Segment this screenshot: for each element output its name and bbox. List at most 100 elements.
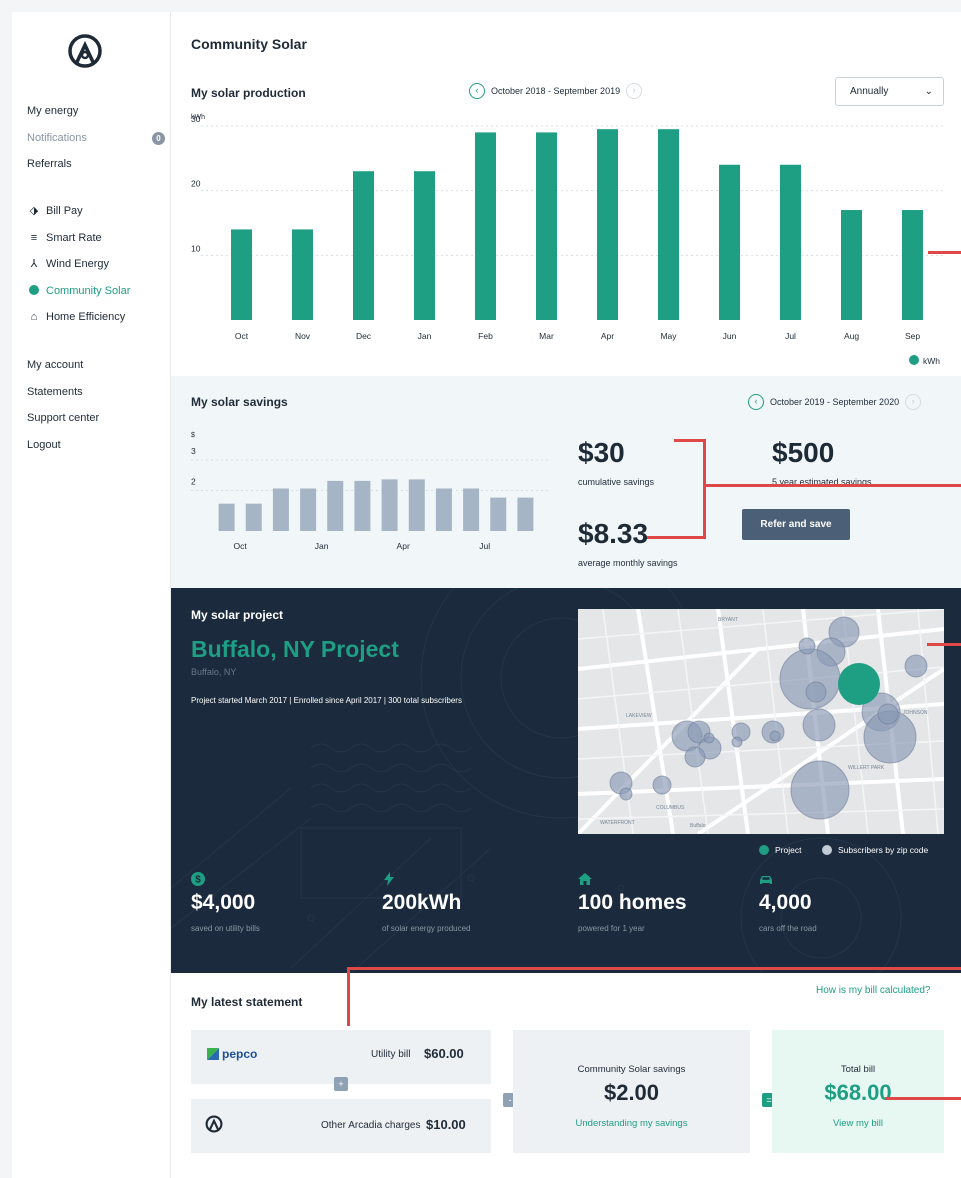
nav-smart-rate-label: Smart Rate xyxy=(46,231,102,244)
subscriber-dot-icon xyxy=(822,845,832,855)
x-tick-label: Dec xyxy=(356,331,372,341)
production-bar xyxy=(536,132,557,320)
legend-label: kWh xyxy=(923,356,940,366)
refer-and-save-button[interactable]: Refer and save xyxy=(742,509,850,540)
nav-community-solar-label: Community Solar xyxy=(46,284,131,297)
production-bar xyxy=(597,129,618,320)
savings-period: ‹ October 2019 - September 2020 › xyxy=(748,394,922,410)
y-tick-label: 30 xyxy=(191,114,201,124)
map-label-willert-park: WILLERT PARK xyxy=(848,765,885,771)
savings-title: My solar savings xyxy=(191,395,288,409)
nav-smart-rate[interactable]: ≡ Smart Rate xyxy=(27,225,130,252)
production-bar xyxy=(414,171,435,320)
period-select-value: Annually xyxy=(850,86,889,97)
nav-products: ⬗ Bill Pay ≡ Smart Rate ⅄ Wind Energy Commu… xyxy=(27,198,130,331)
average-savings-value: $8.33 xyxy=(578,518,649,549)
nav-referrals[interactable]: Referrals xyxy=(27,151,87,178)
home-icon: ⌂ xyxy=(30,311,38,323)
subscriber-map[interactable]: BRYANT LAKEVIEW JOHNSON WILLERT PARK WAT… xyxy=(578,609,944,834)
nav-my-energy[interactable]: My energy xyxy=(27,98,87,125)
y-tick-label: 20 xyxy=(191,179,201,189)
stat-homes-value: 100 homes xyxy=(578,891,687,914)
view-bill-link[interactable]: View my bill xyxy=(772,1118,944,1129)
solar-savings-card: Community Solar savings $2.00 Understand… xyxy=(513,1030,750,1153)
app-window: My energy Notifications 0 Referrals ⬗ Bill… xyxy=(12,12,961,1178)
x-tick-label: Jan xyxy=(315,541,329,551)
production-bar xyxy=(902,210,923,320)
savings-bar xyxy=(354,480,371,531)
stat-savings-label: saved on utility bills xyxy=(191,924,260,933)
bill-pay-icon: ⬗ xyxy=(29,205,39,217)
production-bar xyxy=(353,171,374,320)
annotation-line xyxy=(674,439,706,442)
savings-bar xyxy=(327,480,344,531)
production-chart: kWh 10 20 30 Oct Nov Dec Jan Feb Mar Apr May Jun Jul A… xyxy=(191,114,943,366)
stat-energy-value: 200kWh xyxy=(382,891,462,914)
x-tick-label: Apr xyxy=(601,331,614,341)
savings-bar xyxy=(463,488,480,531)
nav-statements[interactable]: Statements xyxy=(27,379,99,406)
nav-support-center[interactable]: Support center xyxy=(27,405,99,432)
cumulative-savings-value: $30 xyxy=(578,437,625,468)
x-tick-label: Feb xyxy=(478,331,493,341)
production-period: ‹ October 2018 - September 2019 › xyxy=(469,83,643,99)
nav-wind-energy[interactable]: ⅄ Wind Energy xyxy=(27,251,130,278)
x-tick-label: Apr xyxy=(397,541,410,551)
solar-dot-icon xyxy=(27,278,41,305)
total-bill-value: $68.00 xyxy=(824,1080,892,1105)
understanding-savings-link[interactable]: Understanding my savings xyxy=(513,1118,750,1129)
x-tick-label: Jul xyxy=(785,331,796,341)
savings-bar xyxy=(490,497,507,531)
x-tick-label: Jan xyxy=(418,331,432,341)
savings-bar xyxy=(272,488,289,531)
production-bar xyxy=(292,229,313,320)
project-name: Buffalo, NY Project xyxy=(191,636,399,662)
total-bill-card: Total bill $68.00 View my bill xyxy=(772,1030,944,1153)
savings-bar xyxy=(435,488,452,531)
production-title: My solar production xyxy=(191,86,306,100)
nav-bill-pay[interactable]: ⬗ Bill Pay xyxy=(27,198,130,225)
project-panel: My solar project Buffalo, NY Project Buf… xyxy=(171,588,961,973)
prev-period-icon[interactable]: ‹ xyxy=(748,394,764,410)
x-tick-label: Nov xyxy=(295,331,311,341)
savings-chart: $2 3 Oct Jan Apr Jul xyxy=(191,432,551,551)
arcadia-logo-icon[interactable] xyxy=(68,34,102,68)
map-legend-subscribers: Subscribers by zip code xyxy=(822,845,928,855)
nav-logout[interactable]: Logout xyxy=(27,432,99,459)
period-select[interactable]: Annually ⌄ xyxy=(835,77,944,106)
nav-home-efficiency[interactable]: ⌂ Home Efficiency xyxy=(27,304,130,331)
stat-homes-label: powered for 1 year xyxy=(578,924,645,933)
savings-bar xyxy=(381,479,398,531)
legend-swatch xyxy=(909,355,919,365)
house-icon xyxy=(578,873,592,885)
production-bar xyxy=(475,132,496,320)
map-label-columbus: COLUMBUS xyxy=(656,805,685,811)
nav-my-account[interactable]: My account xyxy=(27,352,99,379)
page-title: Community Solar xyxy=(191,36,307,52)
annotation-line xyxy=(647,536,706,539)
chevron-down-icon: ⌄ xyxy=(924,86,933,97)
next-period-icon[interactable]: › xyxy=(905,394,922,410)
prev-period-icon[interactable]: ‹ xyxy=(469,83,485,99)
nav-notifications[interactable]: Notifications 0 xyxy=(27,125,165,152)
annotation-line xyxy=(927,643,961,646)
bolt-icon xyxy=(384,872,394,886)
stat-cars-value: 4,000 xyxy=(759,891,812,914)
y-tick-label: 3 xyxy=(191,446,196,456)
project-location: Buffalo, NY xyxy=(191,667,237,677)
nav-community-solar[interactable]: Community Solar xyxy=(27,278,130,305)
map-label-johnson: JOHNSON xyxy=(903,710,928,716)
bill-calculation-link[interactable]: How is my bill calculated? xyxy=(816,985,931,996)
arcadia-charges-card: Other Arcadia charges $10.00 xyxy=(191,1099,491,1153)
map-label-waterfront: WATERFRONT xyxy=(600,820,635,826)
average-savings-label: average monthly savings xyxy=(578,558,678,568)
nav-top: My energy Notifications 0 Referrals xyxy=(27,98,165,178)
map-canvas: BRYANT LAKEVIEW JOHNSON WILLERT PARK WAT… xyxy=(578,609,944,834)
x-tick-label: Oct xyxy=(235,331,249,341)
map-legend-subscribers-label: Subscribers by zip code xyxy=(838,845,929,855)
y-tick-label: 10 xyxy=(191,243,201,253)
wind-icon: ⅄ xyxy=(30,258,38,270)
map-label-buffalo: Buffalo xyxy=(690,823,706,829)
savings-period-label: October 2019 - September 2020 xyxy=(770,397,900,407)
next-period-icon[interactable]: › xyxy=(626,83,643,99)
